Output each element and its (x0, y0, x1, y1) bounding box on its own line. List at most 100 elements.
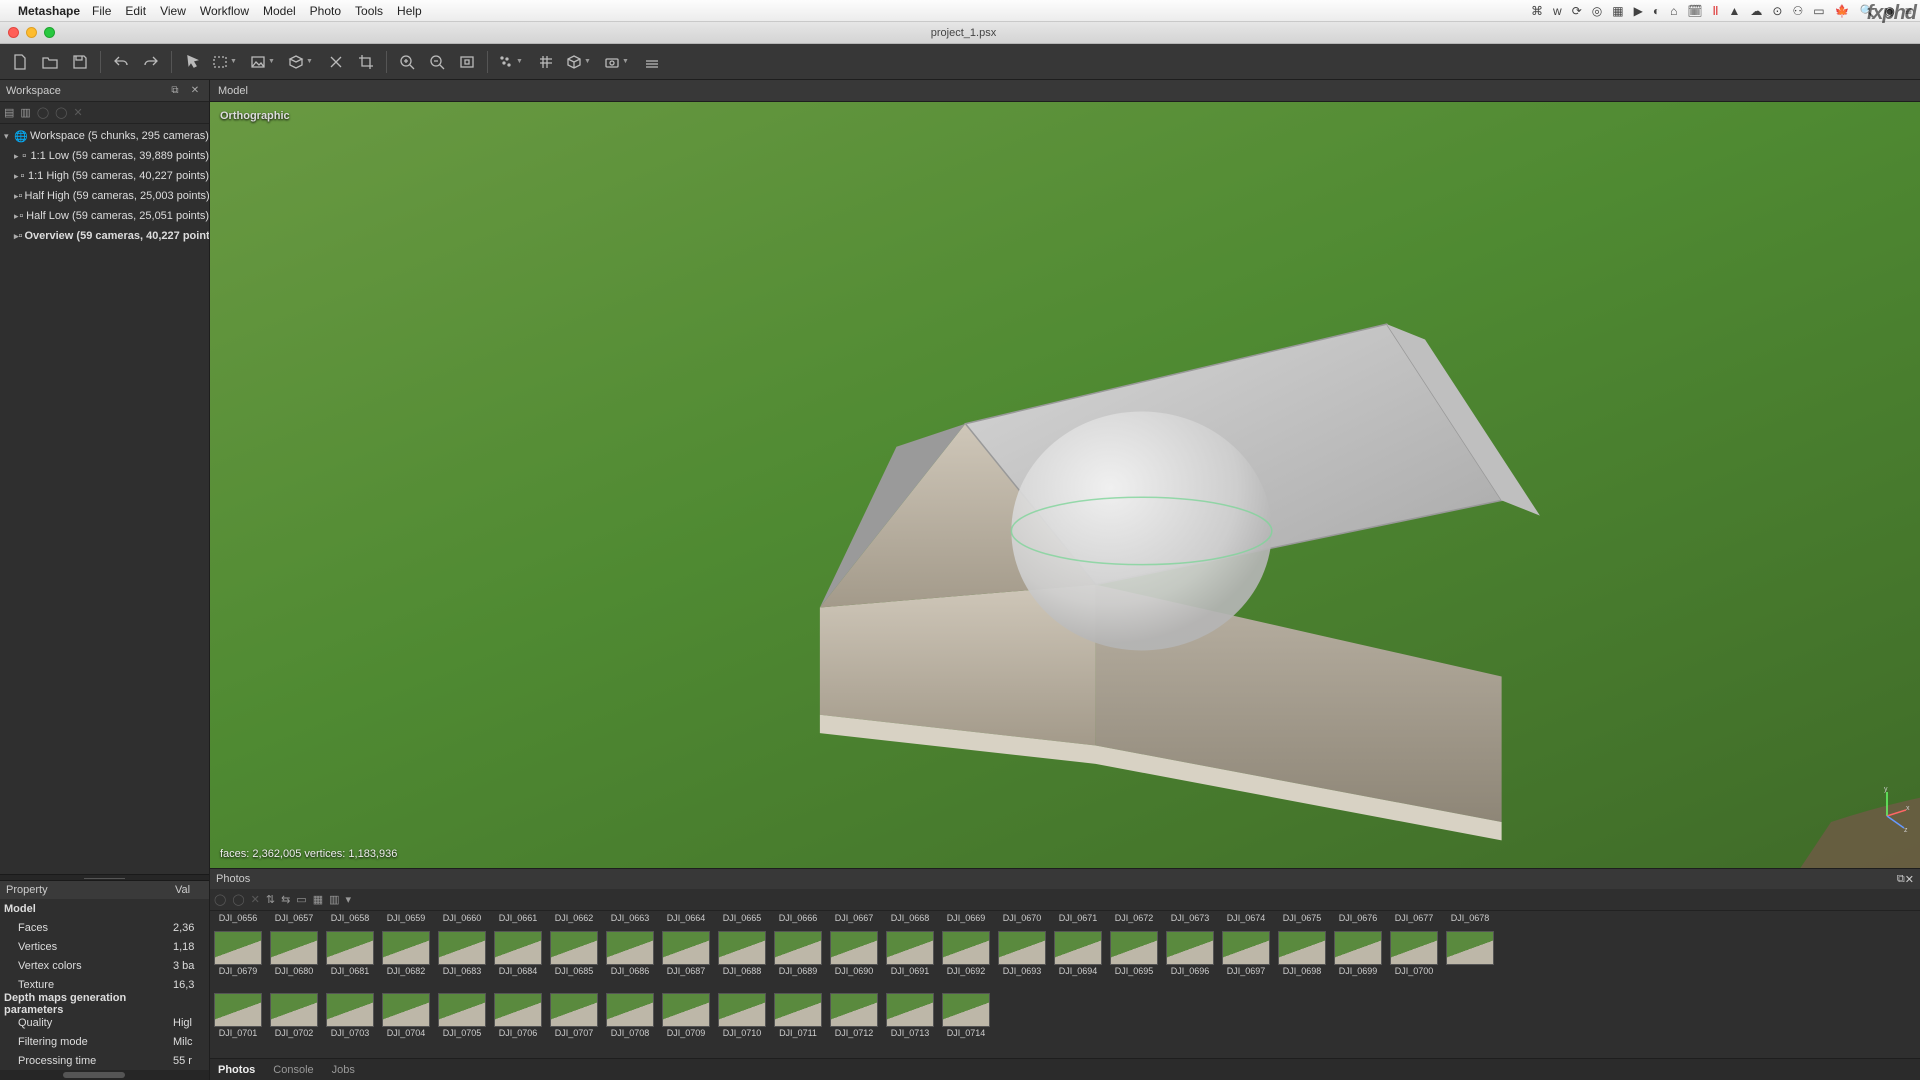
photo-thumbnail[interactable]: DJI_0702 (270, 975, 318, 1038)
menu-model[interactable]: Model (263, 4, 296, 18)
photo-thumbnail[interactable]: DJI_0660DJI_0683 (438, 913, 486, 976)
tray-icon[interactable]: ⌘ (1531, 4, 1543, 18)
rect-select-button[interactable]: ▼ (208, 48, 244, 76)
photo-thumbnail[interactable]: DJI_0673DJI_0696 (1166, 913, 1214, 976)
tray-icon[interactable]: ▶ (1634, 4, 1643, 18)
ph-tool-icon[interactable]: ▾ (346, 893, 352, 906)
photo-thumbnail[interactable]: DJI_0656DJI_0679 (214, 913, 262, 976)
menu-file[interactable]: File (92, 4, 111, 18)
photo-thumbnail[interactable]: DJI_0707 (550, 975, 598, 1038)
photo-thumbnail[interactable]: DJI_0670DJI_0693 (998, 913, 1046, 976)
photo-thumbnail[interactable]: DJI_0710 (718, 975, 766, 1038)
crop-button[interactable] (352, 48, 380, 76)
photo-thumbnail[interactable]: DJI_0667DJI_0690 (830, 913, 878, 976)
photo-thumbnail[interactable]: DJI_0671DJI_0694 (1054, 913, 1102, 976)
photo-thumbnail[interactable]: DJI_0658DJI_0681 (326, 913, 374, 976)
redo-button[interactable] (137, 48, 165, 76)
photo-thumbnail[interactable]: DJI_0664DJI_0687 (662, 913, 710, 976)
ph-tool-icon[interactable]: ◯ (232, 893, 244, 906)
ph-tool-icon[interactable]: ⇅ (266, 893, 275, 906)
tray-flag-icon[interactable]: 🍁 (1835, 4, 1850, 18)
photo-thumbnail[interactable]: DJI_0706 (494, 975, 542, 1038)
tab-photos[interactable]: Photos (218, 1064, 255, 1076)
tab-console[interactable]: Console (273, 1064, 313, 1076)
menu-edit[interactable]: Edit (125, 4, 146, 18)
photo-thumbnail[interactable]: DJI_0674DJI_0697 (1222, 913, 1270, 976)
ws-tool-icon[interactable]: ▥ (20, 106, 30, 119)
photo-thumbnail[interactable]: DJI_0665DJI_0688 (718, 913, 766, 976)
panel-dock-icon[interactable]: ⧉ (167, 83, 183, 99)
workspace-tree[interactable]: ▾🌐Workspace (5 chunks, 295 cameras) ▸▫1:… (0, 124, 209, 874)
show-cameras-button[interactable]: ▼ (600, 48, 636, 76)
ph-tool-icon[interactable]: ⇆ (281, 893, 290, 906)
ph-tool-icon[interactable]: ▭ (296, 893, 306, 906)
new-button[interactable] (6, 48, 34, 76)
tray-icon[interactable]: ⟳ (1572, 4, 1582, 18)
ph-tool-icon[interactable]: ✕ (251, 893, 260, 906)
tray-icon[interactable]: ⊙ (1772, 4, 1782, 18)
panel-splitter[interactable] (0, 874, 209, 881)
show-ortho-button[interactable] (638, 48, 666, 76)
zoom-in-button[interactable] (393, 48, 421, 76)
tray-icon[interactable]: ⌂ (1670, 4, 1677, 18)
app-name[interactable]: Metashape (18, 4, 80, 18)
viewport-tab-model[interactable]: Model (218, 85, 248, 97)
ws-tool-icon[interactable]: ◯ (55, 106, 67, 119)
photo-thumbnail[interactable]: DJI_0708 (606, 975, 654, 1038)
panel-close-icon[interactable]: ✕ (1905, 873, 1914, 886)
ph-tool-icon[interactable]: ▦ (313, 893, 323, 906)
undo-button[interactable] (107, 48, 135, 76)
open-button[interactable] (36, 48, 64, 76)
tree-chunk[interactable]: ▸▫1:1 Low (59 cameras, 39,889 points) (0, 146, 209, 166)
tray-search-icon[interactable]: 🔍 (1860, 4, 1875, 18)
photo-thumbnail[interactable]: DJI_0712 (830, 975, 878, 1038)
zoom-fit-button[interactable] (453, 48, 481, 76)
tray-pause-icon[interactable]: ‖ (1713, 4, 1719, 18)
ws-tool-icon[interactable]: ◯ (37, 106, 49, 119)
photo-thumbnail[interactable]: DJI_0713 (886, 975, 934, 1038)
photo-thumbnail[interactable]: DJI_0663DJI_0686 (606, 913, 654, 976)
show-model-button[interactable]: ▼ (562, 48, 598, 76)
zoom-out-button[interactable] (423, 48, 451, 76)
tray-icon[interactable]: w (1553, 4, 1562, 18)
photo-thumbnail[interactable]: DJI_0675DJI_0698 (1278, 913, 1326, 976)
tray-icon[interactable]: ☁ (1750, 4, 1762, 18)
photo-thumbnail[interactable]: DJI_0661DJI_0684 (494, 913, 542, 976)
tray-icon[interactable]: ◐ (1653, 4, 1660, 18)
window-maximize-button[interactable] (44, 27, 55, 38)
move-region-button[interactable]: ▼ (246, 48, 282, 76)
photo-thumbnail[interactable]: DJI_0659DJI_0682 (382, 913, 430, 976)
panel-close-icon[interactable]: ✕ (187, 83, 203, 99)
tray-icon[interactable]: ▦ (1612, 4, 1623, 18)
photo-thumbnail[interactable]: DJI_0662DJI_0685 (550, 913, 598, 976)
menu-help[interactable]: Help (397, 4, 422, 18)
tree-root[interactable]: ▾🌐Workspace (5 chunks, 295 cameras) (0, 126, 209, 146)
tray-menu-icon[interactable]: ≡ (1905, 4, 1912, 18)
photo-thumbnail[interactable]: DJI_0672DJI_0695 (1110, 913, 1158, 976)
menu-view[interactable]: View (160, 4, 186, 18)
tab-jobs[interactable]: Jobs (332, 1064, 355, 1076)
photo-thumbnail[interactable]: DJI_0668DJI_0691 (886, 913, 934, 976)
show-points-button[interactable]: ▼ (494, 48, 530, 76)
viewport-3d[interactable]: Orthographic faces: 2,362,005 vertices: … (210, 102, 1920, 868)
ph-tool-icon[interactable]: ◯ (214, 893, 226, 906)
ws-tool-icon[interactable]: ▤ (4, 106, 14, 119)
tray-icon[interactable]: ◎ (1592, 4, 1602, 18)
tray-cc-icon[interactable]: ◉ (1885, 4, 1895, 18)
photo-thumbnail[interactable]: DJI_0676DJI_0699 (1334, 913, 1382, 976)
tray-wifi-icon[interactable]: ⚇ (1792, 4, 1803, 18)
ph-tool-icon[interactable]: ▥ (329, 893, 339, 906)
menu-tools[interactable]: Tools (355, 4, 383, 18)
window-minimize-button[interactable] (26, 27, 37, 38)
tree-chunk[interactable]: ▸▫Half High (59 cameras, 25,003 points) (0, 186, 209, 206)
photo-thumbnail[interactable]: DJI_0657DJI_0680 (270, 913, 318, 976)
tray-icon[interactable]: ▲ (1729, 4, 1741, 18)
photo-thumbnail[interactable]: DJI_0701 (214, 975, 262, 1038)
photo-thumbnail[interactable]: DJI_0709 (662, 975, 710, 1038)
menu-workflow[interactable]: Workflow (200, 4, 249, 18)
photo-thumbnail[interactable]: DJI_0703 (326, 975, 374, 1038)
ws-tool-icon[interactable]: ✕ (73, 106, 82, 119)
photo-thumbnail[interactable]: DJI_0714 (942, 975, 990, 1038)
tree-chunk-active[interactable]: ▸▫Overview (59 cameras, 40,227 points) (0, 226, 209, 246)
photo-thumbnail[interactable]: DJI_0677DJI_0700 (1390, 913, 1438, 976)
